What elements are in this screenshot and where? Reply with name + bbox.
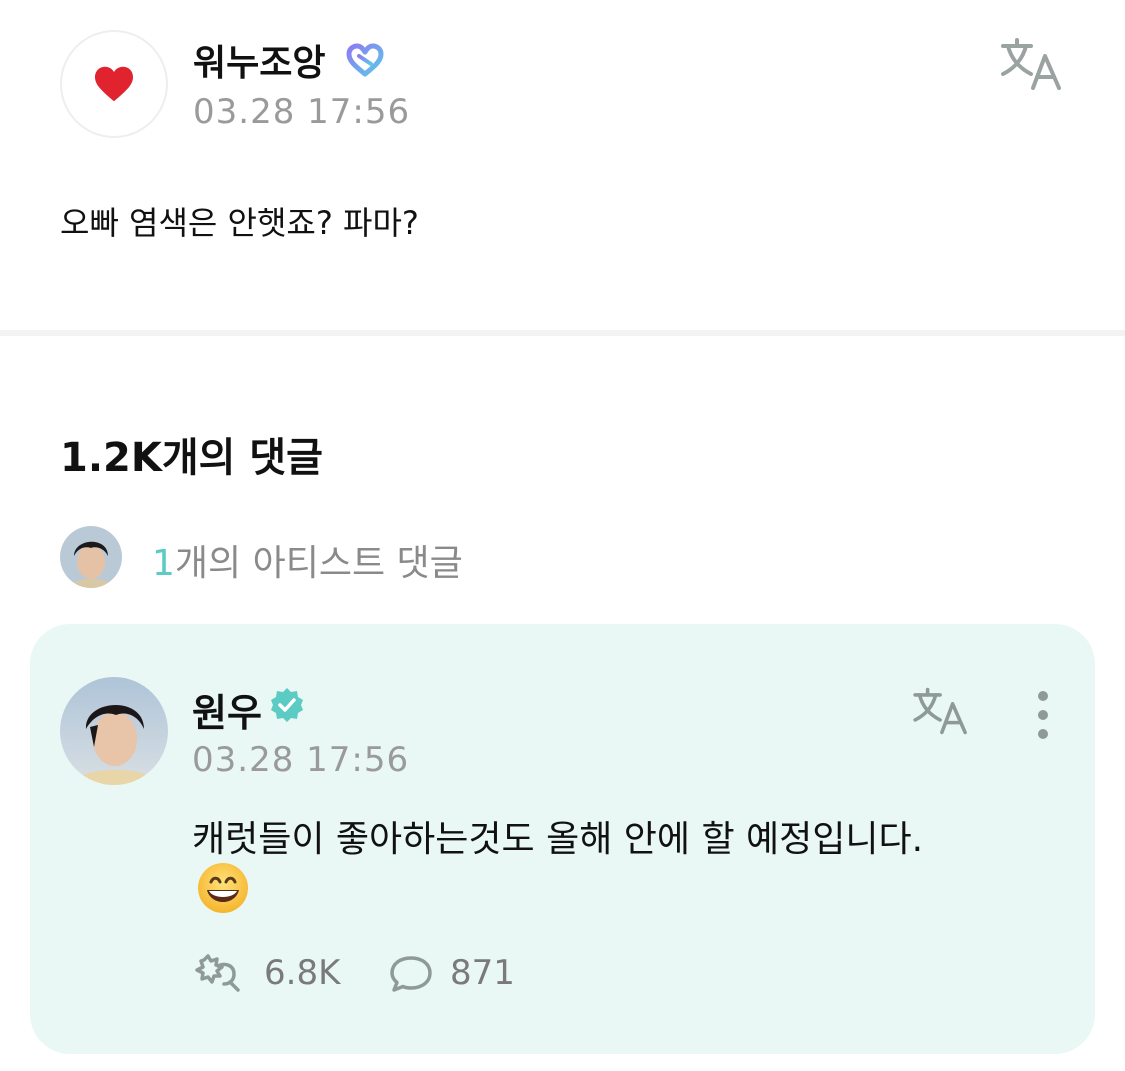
section-divider — [0, 330, 1125, 336]
comment-time: 03.28 17:56 — [192, 740, 410, 780]
artist-comment-count: 1 — [152, 543, 175, 584]
verified-badge-icon — [271, 688, 303, 722]
comments-count-title: 1.2K개의 댓글 — [60, 435, 323, 481]
reply-icon[interactable] — [388, 954, 434, 994]
author-avatar[interactable] — [60, 30, 168, 138]
reply-count: 871 — [450, 953, 515, 993]
artist-comment-text: 캐럿들이 좋아하는것도 올해 안에 할 예정입니다. — [192, 819, 924, 860]
translate-icon[interactable] — [910, 686, 972, 736]
more-options-icon[interactable] — [1033, 690, 1053, 740]
cheer-like-icon[interactable] — [192, 952, 244, 992]
translate-icon[interactable] — [999, 36, 1065, 92]
grinning-face-emoji — [198, 863, 248, 913]
post-header: 워누조앙 03.28 17:56 — [60, 30, 1065, 140]
artist-comment-summary-text: 1개의 아티스트 댓글 — [152, 534, 463, 586]
membership-badge-icon — [346, 43, 384, 77]
like-count: 6.8K — [264, 953, 341, 993]
artist-comment-label: 개의 아티스트 댓글 — [174, 543, 463, 584]
artist-avatar[interactable] — [60, 677, 168, 785]
post-time: 03.28 17:56 — [193, 92, 411, 132]
author-name[interactable]: 워누조앙 — [193, 34, 325, 86]
artist-mini-avatar — [60, 526, 122, 588]
artist-name[interactable]: 원우 — [192, 682, 262, 737]
artist-comment-card: 원우 03.28 17:56 캐럿들이 좋아하는것도 올해 안에 할 예정입니다… — [30, 624, 1095, 1054]
heart-icon — [95, 66, 133, 102]
post-body-text: 오빠 염색은 안햇죠? 파마? — [60, 204, 419, 242]
